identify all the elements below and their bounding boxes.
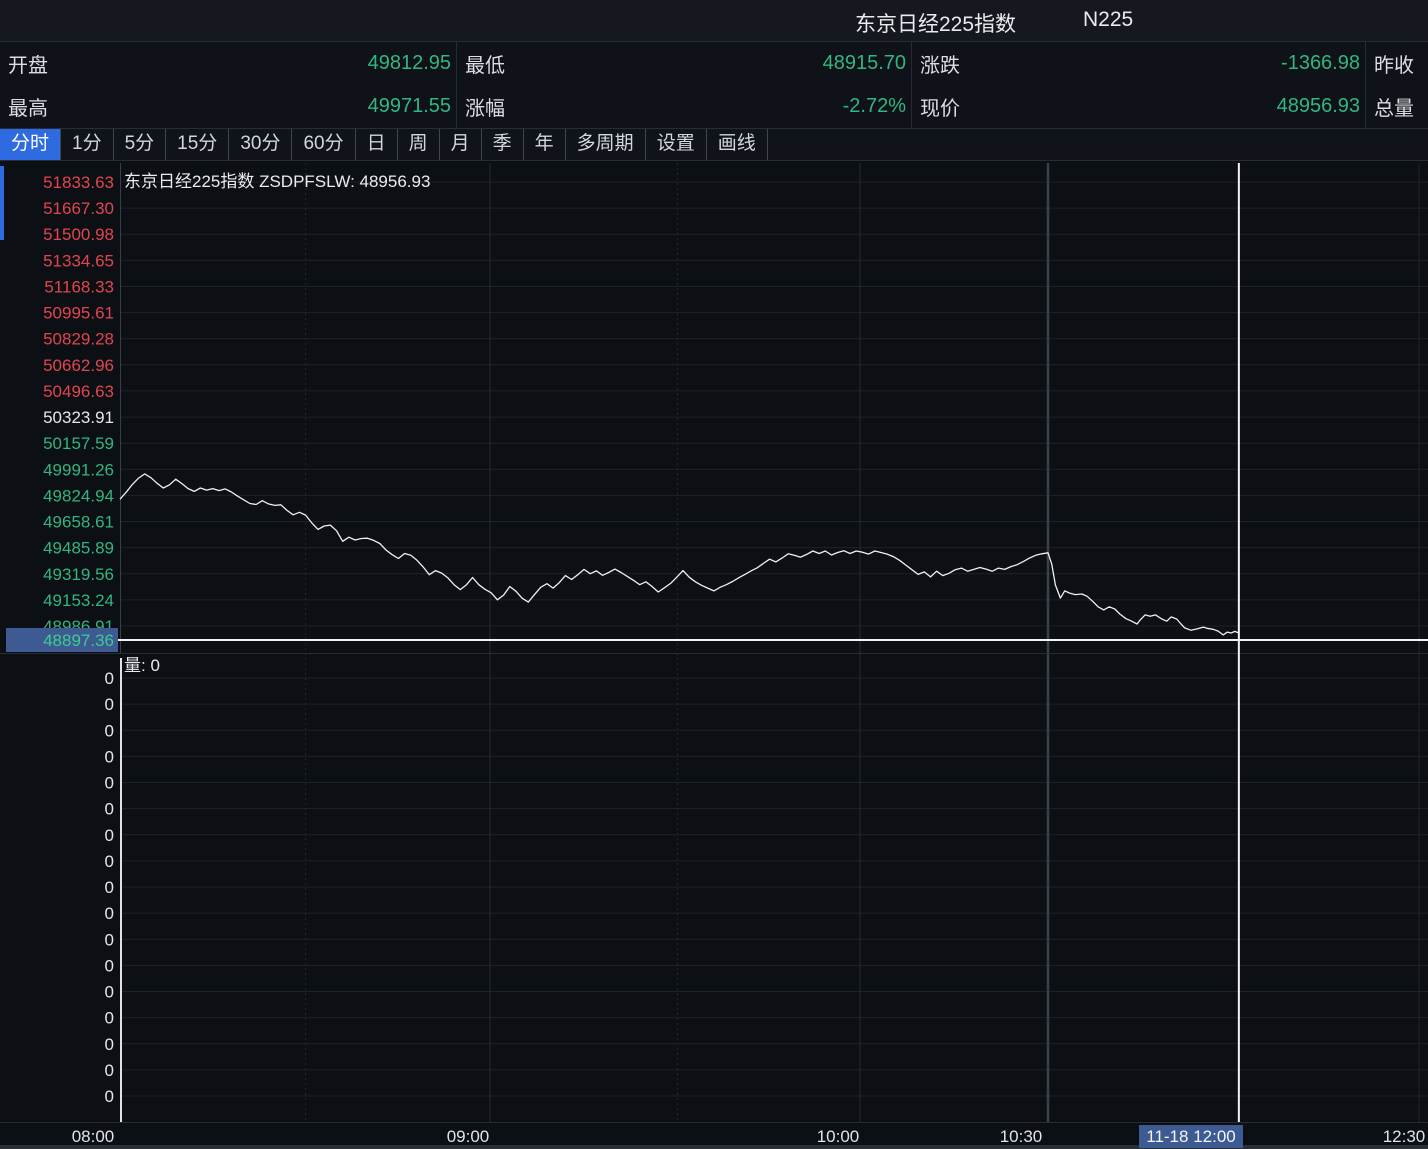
volume-axis-label: 0: [105, 721, 114, 740]
volume-axis-label: 0: [105, 878, 114, 897]
time-axis-label: 10:30: [1000, 1127, 1043, 1146]
stat-label: 涨跌: [920, 49, 960, 78]
time-axis-label: 12:30: [1383, 1127, 1426, 1146]
price-axis-label-green: 49824.94: [43, 486, 114, 505]
chart-area[interactable]: 0 0 0 0 0 0 0 0 0 0 0 0 0 0 0 0 0 51833.63 51667.30 51500.9…: [0, 161, 1428, 1149]
price-axis-label-green: 49991.26: [43, 460, 114, 479]
stat-value: 48915.70: [823, 52, 911, 75]
price-axis-label-red: 51667.30: [43, 199, 114, 218]
price-axis-label-red: 50496.63: [43, 382, 114, 401]
intraday-chart-canvas[interactable]: 0 0 0 0 0 0 0 0 0 0 0 0 0 0 0 0 0 51833.63 51667.30 51500.9…: [0, 161, 1428, 1149]
stat-label: 现价: [920, 92, 960, 121]
stats-col-2: 最低 48915.70 涨幅 -2.72%: [457, 42, 912, 128]
stat-value: 48956.93: [1277, 95, 1365, 118]
stat-high: 最高 49971.55: [0, 85, 456, 128]
price-axis-label-red: 50662.96: [43, 356, 114, 375]
app-window: 东京日经225指数 N225 开盘 49812.95 最高 49971.55 最…: [0, 0, 1428, 1149]
tab-period-11[interactable]: 多周期: [566, 129, 646, 160]
time-axis-label: 10:00: [817, 1127, 860, 1146]
time-axis-label: 09:00: [447, 1127, 490, 1146]
stat-label: 涨幅: [465, 92, 505, 121]
stat-value: -1366.98: [1281, 52, 1365, 75]
tab-period-12[interactable]: 设置: [646, 129, 707, 160]
volume-axis-label: 0: [105, 956, 114, 975]
tab-period-10[interactable]: 年: [524, 129, 566, 160]
stat-prev-close: 昨收: [1366, 42, 1428, 85]
tab-period-1[interactable]: 1分: [61, 129, 114, 160]
volume-axis-label: 0: [105, 1035, 114, 1054]
stat-value: -2.72%: [843, 95, 911, 118]
price-axis-label-green: 49658.61: [43, 513, 114, 532]
stat-open: 开盘 49812.95: [0, 42, 456, 85]
price-axis-label-red: 50995.61: [43, 304, 114, 323]
window-header: 东京日经225指数 N225: [0, 0, 1428, 41]
volume-axis-label: 0: [105, 774, 114, 793]
tab-period-2[interactable]: 5分: [114, 129, 167, 160]
volume-axis-label: 0: [105, 747, 114, 766]
stats-col-4: 昨收 总量: [1366, 42, 1428, 128]
tab-period-0[interactable]: 分时: [0, 129, 61, 160]
stats-col-1: 开盘 49812.95 最高 49971.55: [0, 42, 457, 128]
chart-title: 东京日经225指数 ZSDPFSLW: 48956.93: [124, 172, 430, 191]
stat-change-pct: 涨幅 -2.72%: [457, 85, 911, 128]
stat-label: 总量: [1374, 92, 1414, 121]
price-axis-label-red: 51833.63: [43, 173, 114, 192]
volume-axis-label: 0: [105, 930, 114, 949]
stats-panel: 开盘 49812.95 最高 49971.55 最低 48915.70 涨幅 -…: [0, 41, 1428, 129]
volume-axis-label: 0: [105, 1087, 114, 1106]
price-line: [120, 474, 1239, 635]
stat-label: 昨收: [1374, 49, 1414, 78]
stat-label: 开盘: [8, 49, 48, 78]
volume-axis-label: 0: [105, 904, 114, 923]
price-axis-label-red: 51334.65: [43, 251, 114, 270]
stat-low: 最低 48915.70: [457, 42, 911, 85]
tab-period-4[interactable]: 30分: [229, 129, 292, 160]
tab-period-7[interactable]: 周: [398, 129, 440, 160]
stat-label: 最低: [465, 49, 505, 78]
price-axis-label-red: 50829.28: [43, 330, 114, 349]
price-axis-label-white: 50323.91: [43, 408, 114, 427]
stats-col-3: 涨跌 -1366.98 现价 48956.93: [912, 42, 1366, 128]
stat-total-volume: 总量: [1366, 85, 1428, 128]
volume-axis-label: 0: [105, 800, 114, 819]
tab-period-9[interactable]: 季: [482, 129, 524, 160]
price-axis-label-green: 49319.56: [43, 565, 114, 584]
stat-change: 涨跌 -1366.98: [912, 42, 1365, 85]
volume-axis-label: 0: [105, 852, 114, 871]
instrument-symbol: N225: [1083, 8, 1133, 32]
tab-period-5[interactable]: 60分: [292, 129, 355, 160]
price-axis-label-red: 51168.33: [44, 278, 114, 297]
tab-period-3[interactable]: 15分: [166, 129, 229, 160]
volume-label: 量: 0: [124, 656, 160, 675]
price-axis-label-green: 49153.24: [43, 591, 114, 610]
stat-last: 现价 48956.93: [912, 85, 1365, 128]
volume-axis-label: 0: [105, 1009, 114, 1028]
period-tabbar: 分时1分5分15分30分60分日周月季年多周期设置画线: [0, 129, 1428, 161]
volume-axis-label: 0: [105, 669, 114, 688]
crosshair-time-label: 11-18 12:00: [1146, 1127, 1235, 1146]
tab-period-13[interactable]: 画线: [707, 129, 768, 160]
instrument-title: 东京日经225指数: [855, 8, 1016, 38]
price-axis-label-red: 51500.98: [43, 225, 114, 244]
volume-axis-label: 0: [105, 826, 114, 845]
left-edge-accent-strip: [0, 166, 4, 240]
volume-axis-label: 0: [105, 983, 114, 1002]
price-axis-label-green: 50157.59: [43, 434, 114, 453]
volume-axis-label: 0: [105, 1061, 114, 1080]
tab-period-8[interactable]: 月: [440, 129, 482, 160]
tab-period-6[interactable]: 日: [356, 129, 398, 160]
stat-value: 49971.55: [368, 95, 456, 118]
time-axis-label: 08:00: [72, 1127, 115, 1146]
volume-axis-label: 0: [105, 695, 114, 714]
stat-value: 49812.95: [368, 52, 456, 75]
price-axis-label-green: 49485.89: [43, 539, 114, 558]
stat-label: 最高: [8, 92, 48, 121]
crosshair-price-label: 48897.36: [43, 631, 114, 650]
